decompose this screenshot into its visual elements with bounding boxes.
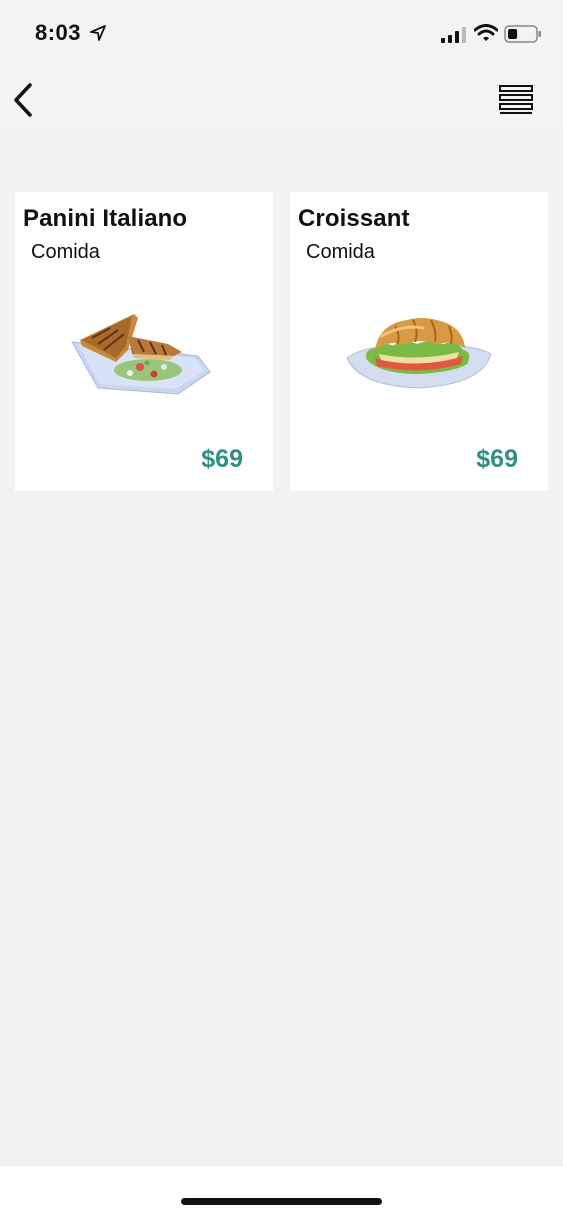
- product-price: $69: [476, 445, 518, 473]
- product-category: Comida: [306, 241, 375, 263]
- product-name: Panini Italiano: [23, 205, 188, 232]
- hamburger-menu-icon: [499, 85, 533, 114]
- product-card-panini[interactable]: Panini Italiano Comida $69: [15, 192, 273, 491]
- home-indicator-area: [0, 1166, 563, 1218]
- croissant-sandwich-image: [346, 318, 492, 389]
- home-indicator[interactable]: [181, 1198, 382, 1205]
- product-price: $69: [201, 445, 243, 473]
- chevron-left-icon: [14, 83, 32, 117]
- battery-icon: [504, 25, 541, 43]
- product-card-croissant[interactable]: Croissant Comida $69: [290, 192, 548, 491]
- product-name: Croissant: [298, 205, 410, 232]
- back-button[interactable]: [10, 82, 40, 118]
- location-arrow-icon: [90, 25, 106, 41]
- navigation-bar: [0, 66, 563, 132]
- panini-image: [71, 314, 211, 395]
- status-time: 8:03: [35, 20, 82, 45]
- status-bar: 8:03: [0, 0, 563, 66]
- wifi-icon: [474, 24, 498, 41]
- product-category: Comida: [31, 241, 100, 263]
- menu-button[interactable]: [496, 84, 536, 116]
- signal-icon: [441, 27, 466, 43]
